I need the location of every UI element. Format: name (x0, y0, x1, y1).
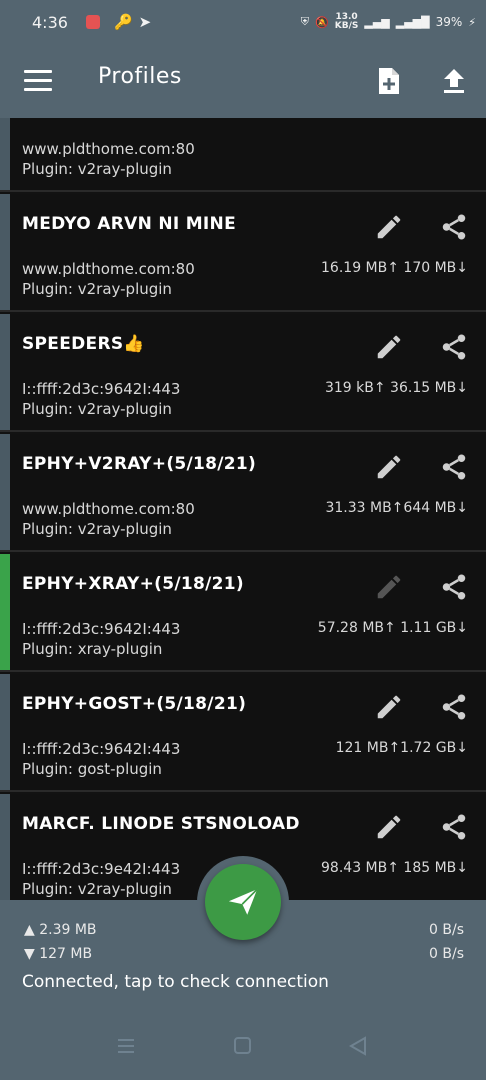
download-total: ▼ 127 MB (24, 946, 93, 962)
profile-plugin: Plugin: xray-plugin (22, 640, 163, 658)
upload-icon[interactable] (440, 66, 468, 96)
profile-card[interactable]: EPHY+V2RAY+(5/18/21) www.pldthome.com:80… (0, 434, 486, 552)
profile-name: SPEEDERS👍 (22, 334, 145, 354)
page-title: Profiles (98, 64, 182, 89)
profile-plugin: Plugin: v2ray-plugin (22, 520, 172, 538)
profile-server: I::ffff:2d3c:9642I:443 (22, 380, 181, 398)
upload-total: ▲ 2.39 MB (24, 922, 97, 938)
profile-plugin: Plugin: v2ray-plugin (22, 160, 172, 178)
vpn-icon: ⛨ (300, 15, 310, 28)
profile-server: www.pldthome.com:80 (22, 260, 195, 278)
profile-name: MEDYO ARVN NI MINE (22, 214, 236, 234)
profile-plugin: Plugin: v2ray-plugin (22, 400, 172, 418)
share-icon[interactable] (439, 572, 469, 602)
back-button[interactable] (348, 1036, 368, 1056)
profile-traffic: 319 kB↑ 36.15 MB↓ (324, 380, 468, 396)
share-icon[interactable] (439, 452, 469, 482)
edit-icon[interactable] (374, 692, 404, 722)
profile-list[interactable]: www.pldthome.com:80 Plugin: v2ray-plugin… (0, 118, 486, 900)
profile-traffic: 98.43 MB↑ 185 MB↓ (321, 860, 468, 876)
profile-plugin: Plugin: v2ray-plugin (22, 280, 172, 298)
profile-plugin: Plugin: gost-plugin (22, 760, 162, 778)
profile-traffic: 16.19 MB↑ 170 MB↓ (321, 260, 468, 276)
profile-name: EPHY+GOST+(5/18/21) (22, 694, 247, 714)
profile-traffic: 121 MB↑1.72 GB↓ (335, 740, 468, 756)
edit-icon[interactable] (374, 452, 404, 482)
network-speed: 13.0 KB/S (334, 12, 359, 31)
share-icon[interactable] (439, 812, 469, 842)
profile-card[interactable]: www.pldthome.com:80 Plugin: v2ray-plugin (0, 118, 486, 192)
profile-card[interactable]: EPHY+GOST+(5/18/21) I::ffff:2d3c:9642I:4… (0, 674, 486, 792)
edit-icon[interactable] (374, 212, 404, 242)
profile-traffic: 31.33 MB↑644 MB↓ (325, 500, 468, 516)
thumbs-up-icon: 👍 (123, 334, 145, 354)
connect-fab-button[interactable] (205, 864, 281, 940)
add-profile-icon[interactable] (375, 66, 403, 96)
share-icon[interactable] (439, 212, 469, 242)
profile-indicator (0, 674, 10, 790)
signal-icon-2: ▂▄▆█ (395, 15, 430, 29)
connection-status[interactable]: Connected, tap to check connection (22, 972, 329, 992)
profile-card-active[interactable]: EPHY+XRAY+(5/18/21) I::ffff:2d3c:9642I:4… (0, 554, 486, 672)
edit-icon[interactable] (374, 812, 404, 842)
mute-bell-icon: 🔕 (315, 15, 329, 29)
recent-apps-button[interactable] (116, 1036, 136, 1056)
system-nav-bar (0, 1012, 486, 1080)
profile-traffic: 57.28 MB↑ 1.11 GB↓ (317, 620, 468, 636)
active-indicator (0, 554, 10, 670)
profile-name: MARCF. LINODE STSNOLOAD (22, 814, 300, 834)
profile-plugin: Plugin: v2ray-plugin (22, 880, 172, 898)
signal-icon: ▂▄▆ (364, 15, 390, 29)
profile-name: EPHY+XRAY+(5/18/21) (22, 574, 244, 594)
telegram-icon: ➤ (138, 13, 152, 31)
profile-indicator (0, 314, 10, 430)
profile-card[interactable]: SPEEDERS👍 I::ffff:2d3c:9642I:443 Plugin:… (0, 314, 486, 432)
download-speed: 0 B/s (429, 946, 464, 962)
profile-server: www.pldthome.com:80 (22, 140, 195, 158)
clock: 4:36 (32, 12, 68, 32)
edit-icon[interactable] (374, 332, 404, 362)
connection-stats-bar[interactable]: ▲ 2.39 MB ▼ 127 MB 0 B/s 0 B/s Connected… (0, 856, 486, 1012)
profile-indicator (0, 118, 10, 190)
profile-server: www.pldthome.com:80 (22, 500, 195, 518)
key-icon: 🔑 (113, 13, 133, 31)
app-toolbar: Profiles (0, 44, 486, 118)
profile-indicator (0, 194, 10, 310)
profile-indicator (0, 434, 10, 550)
profile-indicator (0, 794, 10, 900)
share-icon[interactable] (439, 332, 469, 362)
menu-icon[interactable] (24, 70, 52, 92)
charging-icon: ⚡ (468, 15, 476, 29)
music-app-icon (85, 15, 100, 29)
edit-icon (374, 572, 404, 602)
battery-level: 39% (435, 15, 463, 29)
profile-card[interactable]: MEDYO ARVN NI MINE www.pldthome.com:80 P… (0, 194, 486, 312)
status-bar: 4:36 🔑 ➤ ⛨ 🔕 13.0 KB/S ▂▄▆ ▂▄▆█ 39% ⚡ (0, 0, 486, 44)
profile-server: I::ffff:2d3c:9642I:443 (22, 620, 181, 638)
profile-server: I::ffff:2d3c:9642I:443 (22, 740, 181, 758)
home-button[interactable] (233, 1036, 253, 1056)
profile-name: EPHY+V2RAY+(5/18/21) (22, 454, 257, 474)
upload-speed: 0 B/s (429, 922, 464, 938)
paper-plane-icon (228, 888, 258, 915)
share-icon[interactable] (439, 692, 469, 722)
profile-server: I::ffff:2d3c:9e42I:443 (22, 860, 181, 878)
